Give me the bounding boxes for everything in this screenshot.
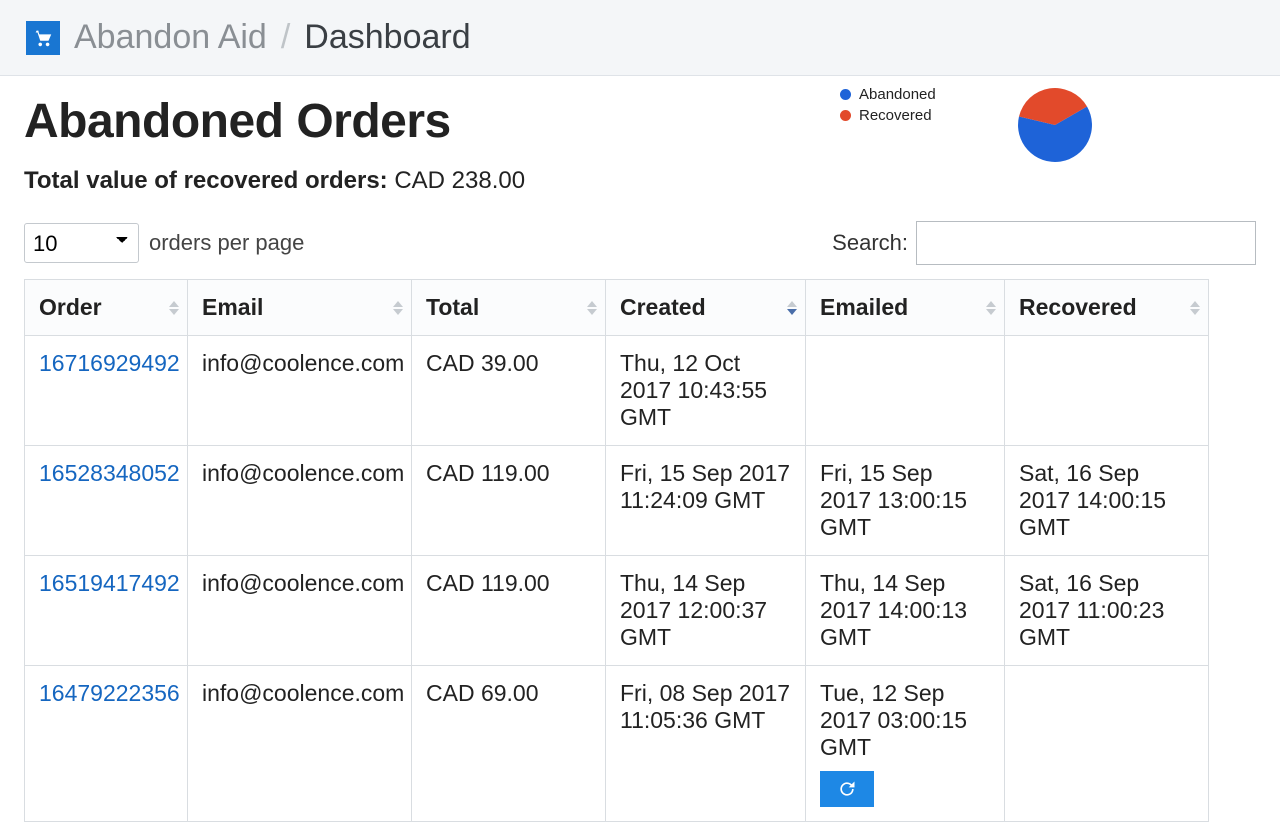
sort-icon	[393, 301, 403, 315]
breadcrumb-separator: /	[281, 18, 290, 57]
cell-emailed: Thu, 14 Sep 2017 14:00:13 GMT	[806, 556, 1005, 666]
table-row: 16519417492info@coolence.comCAD 119.00Th…	[25, 556, 1209, 666]
sort-icon	[986, 301, 996, 315]
order-link[interactable]: 16716929492	[39, 350, 180, 376]
cell-emailed: Fri, 15 Sep 2017 13:00:15 GMT	[806, 446, 1005, 556]
cell-order: 16716929492	[25, 336, 188, 446]
cell-emailed: Tue, 12 Sep 2017 03:00:15 GMT	[806, 666, 1005, 822]
search-control: Search:	[832, 221, 1256, 265]
cell-total: CAD 69.00	[412, 666, 606, 822]
col-email[interactable]: Email	[188, 280, 412, 336]
cell-email: info@coolence.com	[188, 556, 412, 666]
cell-total: CAD 39.00	[412, 336, 606, 446]
sort-icon	[587, 301, 597, 315]
content: Abandoned Orders Total value of recovere…	[0, 76, 1280, 822]
cell-total: CAD 119.00	[412, 446, 606, 556]
cell-recovered: Sat, 16 Sep 2017 11:00:23 GMT	[1005, 556, 1209, 666]
cell-created: Fri, 08 Sep 2017 11:05:36 GMT	[606, 666, 806, 822]
order-link[interactable]: 16479222356	[39, 680, 180, 706]
cell-email: info@coolence.com	[188, 666, 412, 822]
table-row: 16528348052info@coolence.comCAD 119.00Fr…	[25, 446, 1209, 556]
search-label: Search:	[832, 230, 908, 256]
chart-legend: Abandoned Recovered	[840, 86, 936, 128]
cell-emailed	[806, 336, 1005, 446]
cell-created: Thu, 14 Sep 2017 12:00:37 GMT	[606, 556, 806, 666]
col-recovered[interactable]: Recovered	[1005, 280, 1209, 336]
legend-abandoned: Abandoned	[840, 86, 936, 103]
kpi-recovered-value: Total value of recovered orders: CAD 238…	[24, 167, 1256, 195]
pie-chart	[1012, 82, 1098, 168]
col-total[interactable]: Total	[412, 280, 606, 336]
col-order[interactable]: Order	[25, 280, 188, 336]
per-page-label: orders per page	[149, 230, 304, 256]
table-toolbar: 10 orders per page Search:	[24, 221, 1256, 265]
per-page-select[interactable]: 10	[24, 223, 139, 263]
cell-email: info@coolence.com	[188, 446, 412, 556]
legend-label-recovered: Recovered	[859, 107, 932, 124]
cell-order: 16528348052	[25, 446, 188, 556]
legend-recovered: Recovered	[840, 107, 936, 124]
table-row: 16716929492 info@coolence.comCAD 39.00Thu…	[25, 336, 1209, 446]
per-page-control: 10 orders per page	[24, 223, 304, 263]
cell-created: Thu, 12 Oct 2017 10:43:55 GMT	[606, 336, 806, 446]
refresh-button[interactable]	[820, 771, 874, 807]
sort-icon	[169, 301, 179, 315]
breadcrumb: Abandon Aid / Dashboard	[0, 0, 1280, 76]
kpi-label: Total value of recovered orders:	[24, 167, 388, 194]
legend-dot-abandoned	[840, 89, 851, 100]
search-input[interactable]	[916, 221, 1256, 265]
order-link[interactable]: 16519417492	[39, 570, 180, 596]
cell-created: Fri, 15 Sep 2017 11:24:09 GMT	[606, 446, 806, 556]
cell-order: 16519417492	[25, 556, 188, 666]
refresh-icon	[837, 779, 857, 799]
cell-email: info@coolence.com	[188, 336, 412, 446]
col-created[interactable]: Created	[606, 280, 806, 336]
table-header-row: Order Email Total Created Emailed Recove…	[25, 280, 1209, 336]
cell-order: 16479222356	[25, 666, 188, 822]
sort-icon	[1190, 301, 1200, 315]
table-row: 16479222356 info@coolence.comCAD 69.00Fri…	[25, 666, 1209, 822]
order-link[interactable]: 16528348052	[39, 460, 180, 486]
cell-recovered	[1005, 336, 1209, 446]
app-logo-icon	[26, 21, 60, 55]
sort-icon	[787, 301, 797, 315]
legend-dot-recovered	[840, 110, 851, 121]
legend-label-abandoned: Abandoned	[859, 86, 936, 103]
cell-recovered	[1005, 666, 1209, 822]
breadcrumb-app[interactable]: Abandon Aid	[74, 18, 267, 57]
orders-table: Order Email Total Created Emailed Recove…	[24, 279, 1209, 822]
cell-recovered: Sat, 16 Sep 2017 14:00:15 GMT	[1005, 446, 1209, 556]
breadcrumb-current: Dashboard	[304, 18, 470, 57]
cell-total: CAD 119.00	[412, 556, 606, 666]
kpi-value: CAD 238.00	[394, 167, 525, 194]
col-emailed[interactable]: Emailed	[806, 280, 1005, 336]
